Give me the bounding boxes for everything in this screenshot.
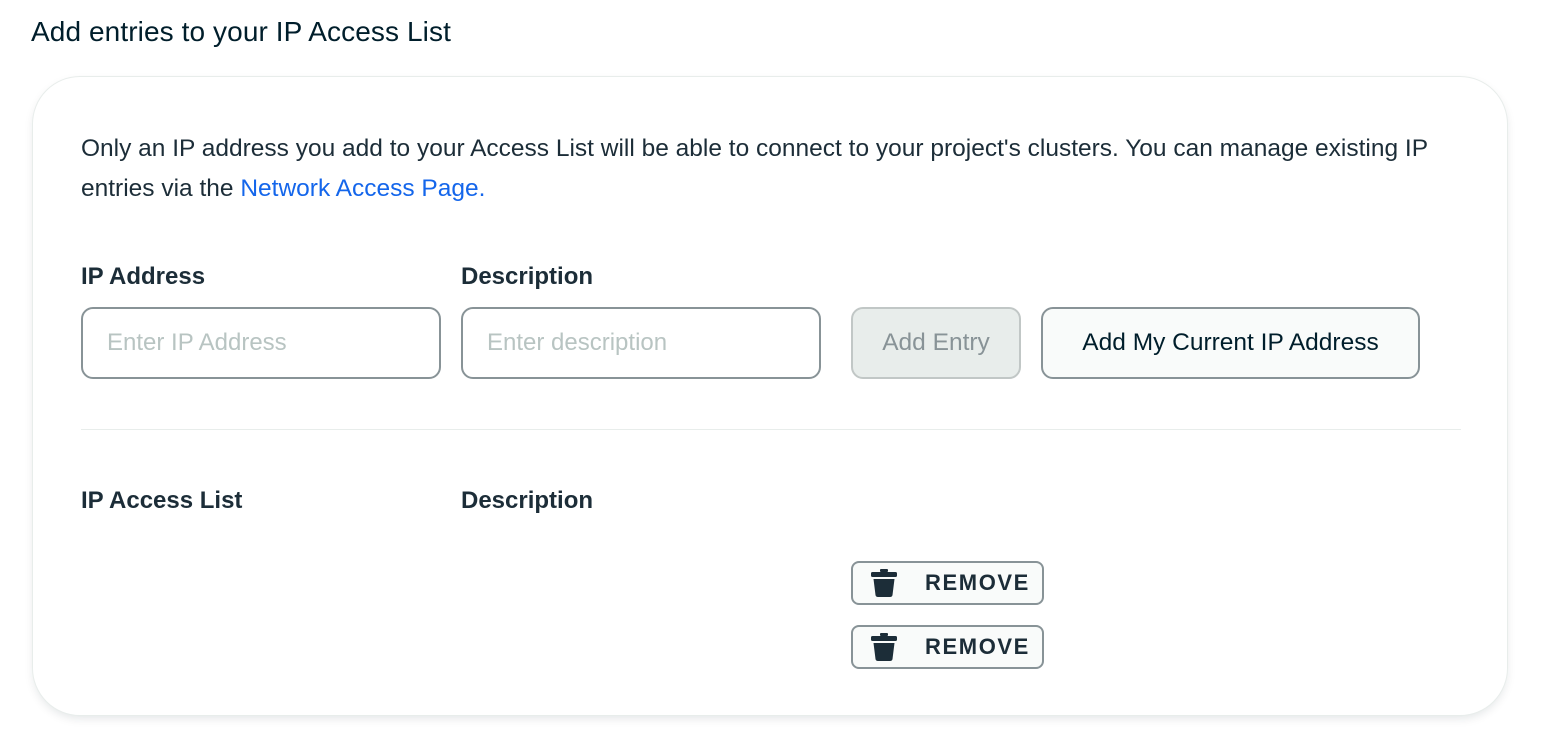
remove-button[interactable]: REMOVE: [851, 625, 1044, 669]
remove-button-label: REMOVE: [925, 634, 1030, 659]
access-list-description-header: Description: [461, 487, 594, 514]
add-current-ip-button[interactable]: Add My Current IP Address: [1041, 307, 1420, 379]
add-entry-button[interactable]: Add Entry: [851, 307, 1021, 379]
add-current-ip-button-label: Add My Current IP Address: [1082, 329, 1379, 356]
intro-text: Only an IP address you add to your Acces…: [81, 129, 1471, 209]
trash-icon: [871, 569, 897, 597]
ip-access-list-header: IP Access List: [81, 487, 243, 514]
ip-address-label: IP Address: [81, 263, 206, 290]
section-divider: [81, 429, 1461, 430]
remove-button[interactable]: REMOVE: [851, 561, 1044, 605]
page-title: Add entries to your IP Access List: [31, 16, 451, 47]
remove-button-label: REMOVE: [925, 570, 1030, 595]
network-access-page-link[interactable]: Network Access Page.: [240, 175, 485, 202]
add-entry-button-label: Add Entry: [882, 329, 990, 356]
description-label: Description: [461, 263, 594, 290]
ip-address-input[interactable]: [81, 307, 441, 379]
description-input[interactable]: [461, 307, 821, 379]
ip-access-card: Only an IP address you add to your Acces…: [32, 76, 1508, 716]
trash-icon: [871, 633, 897, 661]
